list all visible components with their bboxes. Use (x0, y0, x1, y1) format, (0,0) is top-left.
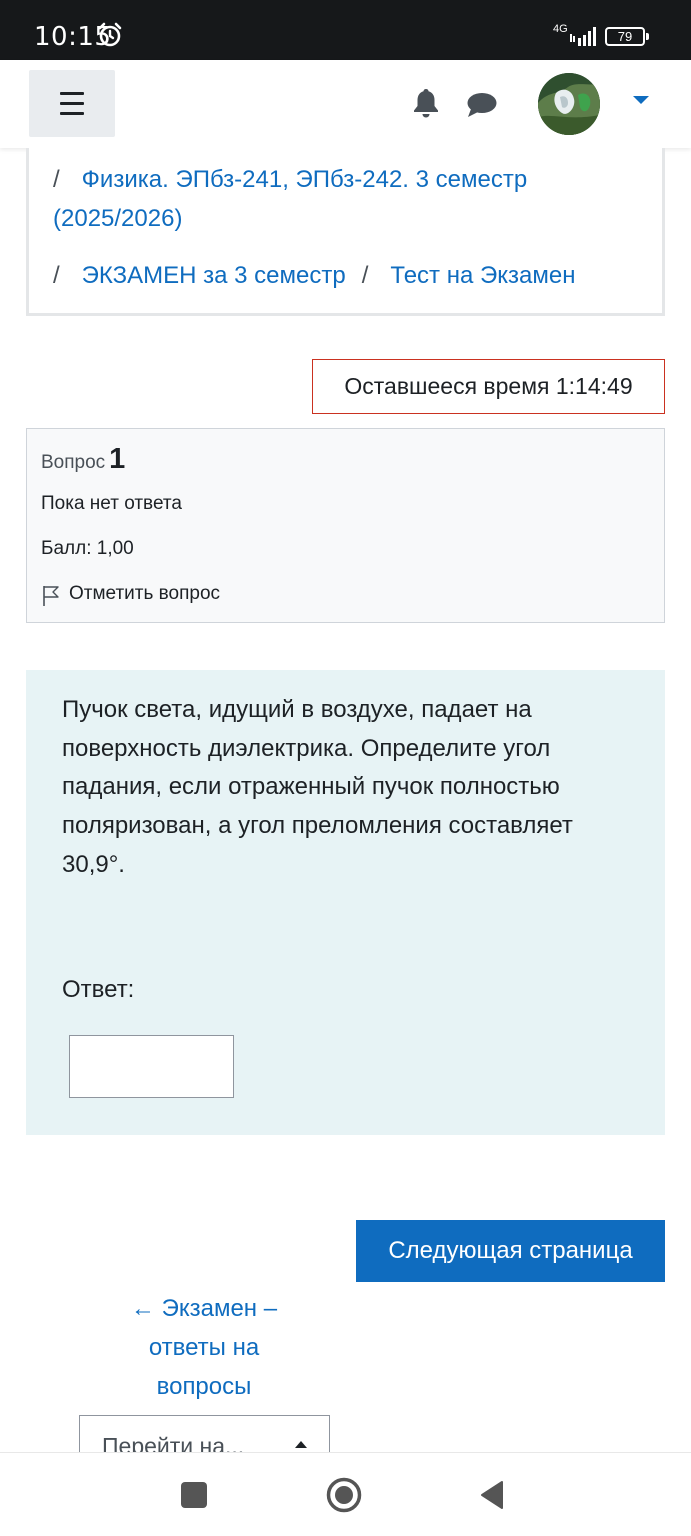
question-number: Вопрос 1 (41, 443, 125, 476)
system-nav-bar (0, 1452, 691, 1536)
breadcrumb-separator: / (53, 262, 60, 289)
battery-icon: 79 (605, 27, 649, 46)
question-text: Пучок света, идущий в воздухе, падает на… (62, 696, 573, 878)
recents-icon[interactable] (181, 1482, 207, 1508)
home-icon[interactable] (325, 1476, 363, 1514)
answer-label: Ответ: (62, 976, 135, 1003)
breadcrumb-section-link[interactable]: ЭКЗАМЕН за 3 семестр (82, 262, 346, 289)
hamburger-icon (60, 92, 84, 95)
avatar-image (538, 73, 600, 135)
flag-question-label: Отметить вопрос (69, 583, 221, 604)
quiz-timer: Оставшееся время 1:14:49 (312, 359, 665, 414)
network-type: 4G (553, 23, 568, 35)
question-content: Пучок света, идущий в воздухе, падает на… (26, 670, 665, 1135)
breadcrumb-course-link[interactable]: Физика. ЭПбз-241, ЭПбз-242. 3 семестр (2… (53, 166, 527, 232)
menu-button[interactable] (29, 70, 115, 137)
hamburger-icon-bar (60, 102, 84, 105)
breadcrumb-separator: / (361, 262, 369, 289)
prev-activity-link[interactable]: ← Экзамен – ответы на вопросы (100, 1289, 308, 1406)
question-number-value: 1 (109, 443, 126, 475)
answer-input[interactable] (69, 1035, 234, 1098)
navbar (0, 60, 691, 148)
question-number-label: Вопрос (41, 452, 106, 473)
question-grade: Балл: 1,00 (41, 538, 134, 559)
caret-down-icon[interactable] (633, 96, 649, 104)
next-page-button[interactable]: Следующая страница (356, 1220, 665, 1282)
hamburger-icon-bar (60, 112, 84, 115)
breadcrumb: / Физика. ЭПбз-241, ЭПбз-242. 3 семестр (… (26, 148, 665, 316)
battery-level: 79 (617, 29, 633, 44)
breadcrumb-line-course: / Физика. ЭПбз-241, ЭПбз-242. 3 семестр (… (53, 160, 653, 238)
breadcrumb-quiz-link[interactable]: Тест на Экзамен (390, 262, 575, 289)
breadcrumb-separator: / (53, 166, 60, 193)
back-icon[interactable] (478, 1479, 506, 1511)
avatar[interactable] (538, 73, 600, 135)
signal-icon (570, 27, 596, 46)
breadcrumb-line-section: / ЭКЗАМЕН за 3 семестр / Тест на Экзамен (53, 256, 663, 295)
chat-icon[interactable] (466, 91, 498, 119)
alarm-icon (98, 22, 122, 47)
flag-icon (43, 586, 59, 606)
bell-icon[interactable] (412, 87, 440, 119)
question-info: Вопрос 1 Пока нет ответа Балл: 1,00 Отмет… (26, 428, 665, 623)
question-state: Пока нет ответа (41, 493, 182, 514)
status-bar: 10:15 4G 79 (0, 0, 691, 60)
flag-question-link[interactable]: Отметить вопрос (41, 583, 221, 606)
